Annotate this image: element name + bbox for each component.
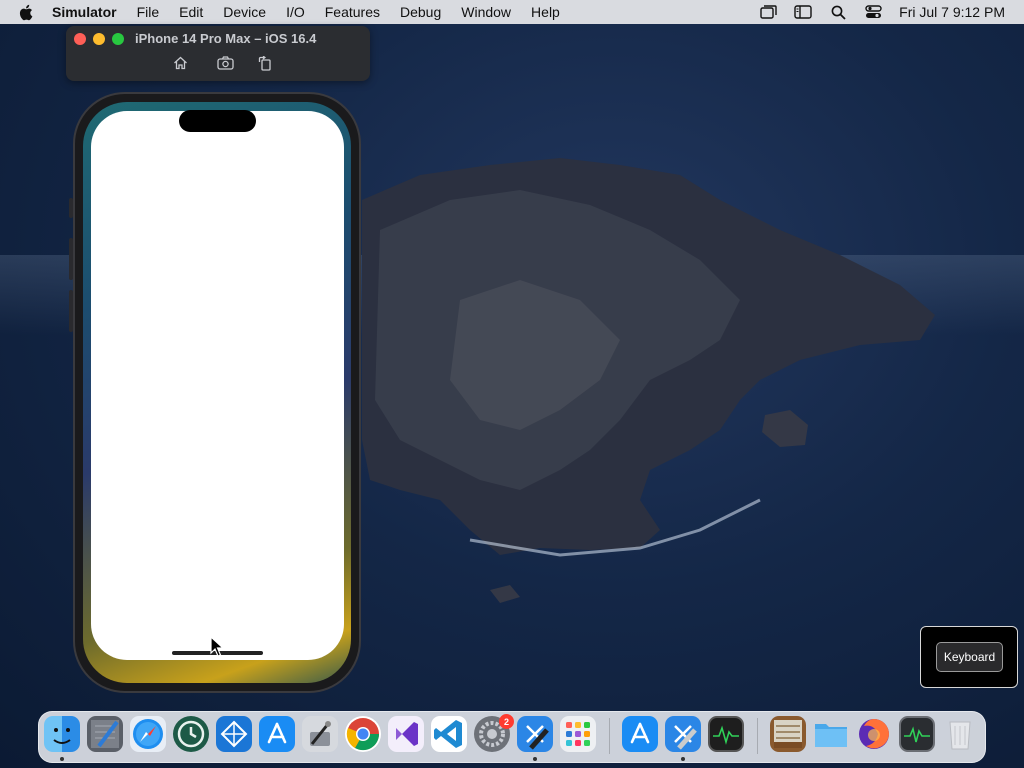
rotate-button[interactable]	[256, 55, 274, 71]
home-button[interactable]	[171, 55, 189, 71]
time-machine-icon[interactable]	[173, 716, 209, 752]
launchpad-icon[interactable]	[560, 716, 596, 752]
xcode-2-running-indicator	[681, 757, 685, 761]
apple-menu-icon[interactable]	[18, 4, 36, 21]
menu-bar: Simulator File Edit Device I/O Features …	[0, 0, 1024, 24]
menu-features[interactable]: Features	[325, 4, 380, 20]
app-store-icon[interactable]	[259, 716, 295, 752]
safari-icon[interactable]	[130, 716, 166, 752]
dock-separator	[609, 718, 610, 754]
menu-file[interactable]: File	[137, 4, 160, 20]
control-center-icon[interactable]	[864, 4, 882, 20]
menu-debug[interactable]: Debug	[400, 4, 441, 20]
system-preferences-badge: 2	[499, 714, 514, 729]
simulator-window-title: iPhone 14 Pro Max – iOS 16.4	[135, 31, 317, 46]
keyboard-popup: Keyboard	[920, 626, 1018, 688]
app-store-icon-2[interactable]	[622, 716, 658, 752]
window-close-button[interactable]	[74, 33, 86, 45]
screenshot-button[interactable]	[216, 55, 234, 71]
iphone-screen[interactable]	[91, 111, 344, 660]
xcode-icon-2[interactable]	[665, 716, 701, 752]
rotate-icon	[258, 55, 271, 71]
trash-icon[interactable]	[942, 716, 978, 752]
window-zoom-button[interactable]	[112, 33, 124, 45]
home-icon	[173, 56, 187, 70]
spotlight-search-icon[interactable]	[829, 4, 847, 20]
activity-monitor-icon[interactable]	[899, 716, 935, 752]
console-icon[interactable]	[708, 716, 744, 752]
window-minimize-button[interactable]	[93, 33, 105, 45]
firefox-icon[interactable]	[856, 716, 892, 752]
menu-app-simulator[interactable]: Simulator	[52, 4, 117, 20]
xcode-running-indicator	[533, 757, 537, 761]
folder-icon[interactable]	[813, 716, 849, 752]
finder-icon[interactable]	[44, 716, 80, 752]
visual-studio-icon[interactable]	[388, 716, 424, 752]
simulator-titlebar: iPhone 14 Pro Max – iOS 16.4	[66, 26, 370, 81]
xcode-tools-icon[interactable]	[302, 716, 338, 752]
dock-separator-2	[757, 718, 758, 754]
archive-icon[interactable]	[770, 716, 806, 752]
finder-running-indicator	[60, 757, 64, 761]
menubar-clock[interactable]: Fri Jul 7 9:12 PM	[899, 4, 1005, 20]
window-switcher-icon[interactable]	[759, 4, 777, 20]
camera-icon	[216, 56, 234, 70]
menu-io[interactable]: I/O	[286, 4, 305, 20]
simulator-icon[interactable]	[216, 716, 252, 752]
keyboard-button[interactable]: Keyboard	[936, 642, 1003, 672]
vscode-icon[interactable]	[431, 716, 467, 752]
dynamic-island	[179, 110, 256, 132]
mouse-cursor-icon	[210, 636, 224, 657]
menu-help[interactable]: Help	[531, 4, 560, 20]
menu-window[interactable]: Window	[461, 4, 511, 20]
instruments-icon[interactable]	[87, 716, 123, 752]
sidebar-toggle-icon[interactable]	[794, 4, 812, 20]
menu-device[interactable]: Device	[223, 4, 266, 20]
chrome-icon[interactable]	[345, 716, 381, 752]
xcode-icon[interactable]	[517, 716, 553, 752]
menu-edit[interactable]: Edit	[179, 4, 203, 20]
